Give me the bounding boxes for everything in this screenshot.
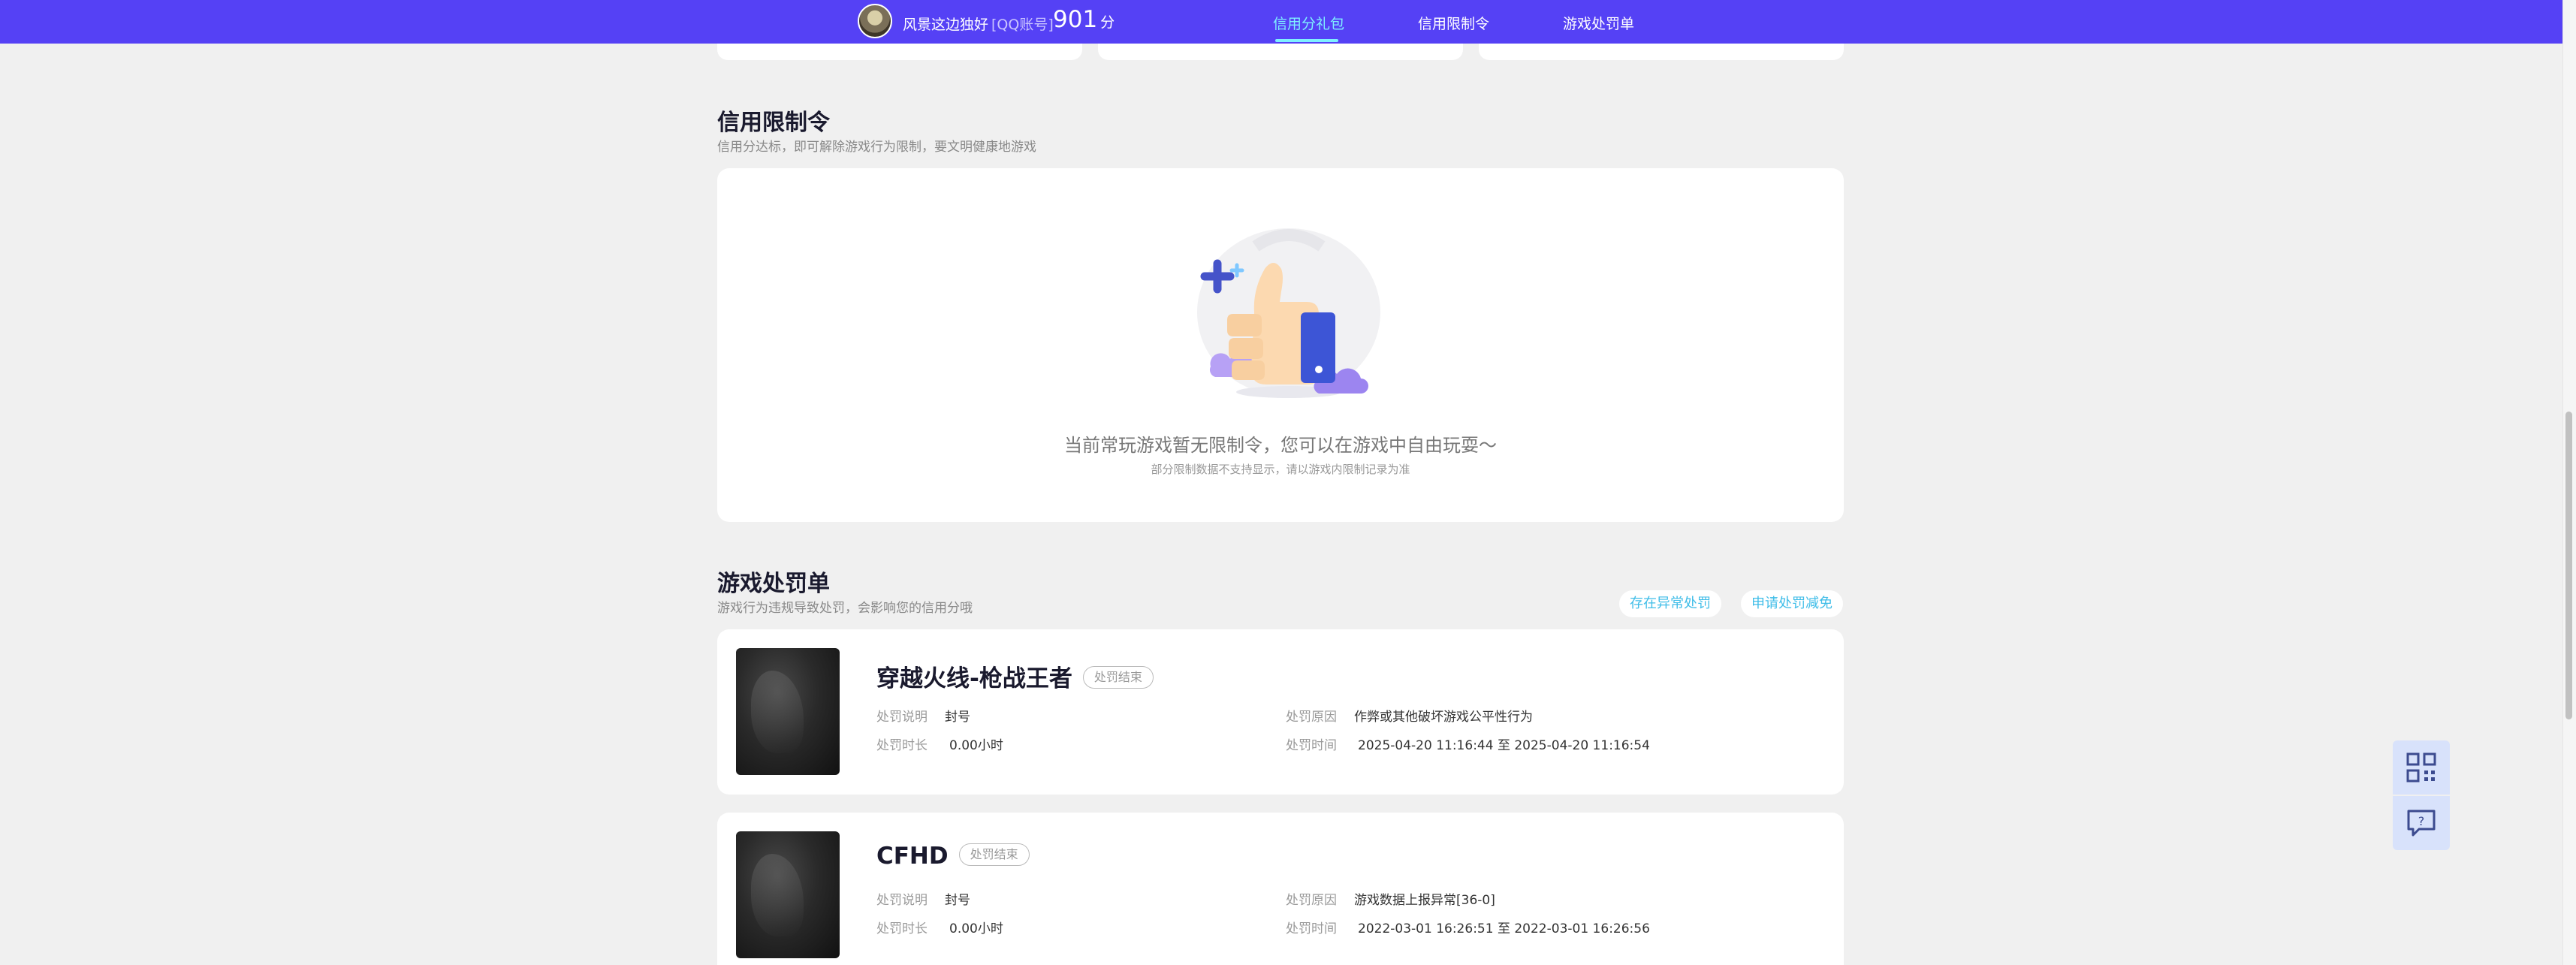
duration-value: 0.00小时 <box>949 921 1003 936</box>
reason-value: 作弊或其他破坏游戏公平性行为 <box>1354 710 1533 725</box>
feedback-icon: ? <box>2407 810 2436 837</box>
top-header: 风景这边独好 [QQ账号] 901 分 信用分礼包 信用限制令 游戏处罚单 <box>0 0 2562 44</box>
thumbs-up-icon <box>1197 228 1380 398</box>
avatar[interactable] <box>858 4 892 38</box>
time-value: 2022-03-01 16:26:51 至 2022-03-01 16:26:5… <box>1358 921 1650 936</box>
punishment-card[interactable]: 穿越火线-枪战王者 处罚结束 处罚说明 封号 处罚时长 0.00小时 处罚原因 作… <box>717 629 1844 795</box>
desc-value: 封号 <box>945 710 970 725</box>
restriction-empty-message: 当前常玩游戏暂无限制令，您可以在游戏中自由玩耍～ <box>1064 435 1497 456</box>
feedback-button[interactable]: ? <box>2393 796 2450 850</box>
duration-label: 处罚时长 <box>876 738 928 753</box>
status-badge: 处罚结束 <box>1082 665 1154 689</box>
reason-value: 游戏数据上报异常[36-0] <box>1354 893 1495 908</box>
game-name: CFHD 处罚结束 <box>876 843 1030 870</box>
scrollbar-thumb[interactable] <box>2565 412 2572 719</box>
gift-card[interactable] <box>717 44 1082 60</box>
punishment-title: 游戏处罚单 <box>717 571 830 597</box>
nav-tab-credit-gift[interactable]: 信用分礼包 <box>1273 13 1344 33</box>
reason-label: 处罚原因 <box>1286 893 1337 908</box>
status-badge: 处罚结束 <box>958 843 1030 866</box>
time-value: 2025-04-20 11:16:44 至 2025-04-20 11:16:5… <box>1358 738 1650 753</box>
nav-tab-punishment[interactable]: 游戏处罚单 <box>1563 13 1634 33</box>
restriction-subtitle: 信用分达标，即可解除游戏行为限制，要文明健康地游戏 <box>717 140 1036 155</box>
time-label: 处罚时间 <box>1286 921 1337 936</box>
game-thumbnail <box>736 648 840 775</box>
nav-tab-restriction[interactable]: 信用限制令 <box>1418 13 1489 33</box>
game-title: 穿越火线-枪战王者 <box>876 665 1072 692</box>
duration-label: 处罚时长 <box>876 921 928 936</box>
credit-score: 901 分 <box>1053 6 1115 33</box>
qrcode-button[interactable] <box>2393 740 2450 795</box>
apply-reduction-button[interactable]: 申请处罚减免 <box>1741 590 1843 617</box>
nav-active-indicator <box>1275 39 1338 42</box>
score-unit: 分 <box>1100 14 1115 31</box>
username: 风景这边独好 <box>903 17 989 33</box>
punishment-card[interactable]: CFHD 处罚结束 处罚说明 封号 处罚时长 0.00小时 处罚原因 游戏数据上报… <box>717 813 1844 965</box>
desc-label: 处罚说明 <box>876 710 928 725</box>
desc-value: 封号 <box>945 893 970 908</box>
abnormal-punishment-button[interactable]: 存在异常处罚 <box>1619 590 1721 617</box>
game-name: 穿越火线-枪战王者 处罚结束 <box>876 659 1154 693</box>
punishment-subtitle: 游戏行为违规导致处罚，会影响您的信用分哦 <box>717 601 973 616</box>
gift-card[interactable] <box>1479 44 1844 60</box>
duration-value: 0.00小时 <box>949 738 1003 753</box>
game-thumbnail <box>736 831 840 958</box>
restriction-title: 信用限制令 <box>717 110 830 136</box>
account-tag: [QQ账号] <box>991 17 1054 33</box>
gift-card[interactable] <box>1098 44 1463 60</box>
desc-label: 处罚说明 <box>876 893 928 908</box>
qrcode-icon <box>2406 752 2436 783</box>
restriction-empty-note: 部分限制数据不支持显示，请以游戏内限制记录为准 <box>1151 463 1410 476</box>
time-label: 处罚时间 <box>1286 738 1337 753</box>
svg-text:?: ? <box>2418 814 2425 828</box>
reason-label: 处罚原因 <box>1286 710 1337 725</box>
score-value: 901 <box>1053 6 1098 33</box>
game-title: CFHD <box>876 843 949 870</box>
user-name-area: 风景这边独好 [QQ账号] <box>903 14 1054 34</box>
